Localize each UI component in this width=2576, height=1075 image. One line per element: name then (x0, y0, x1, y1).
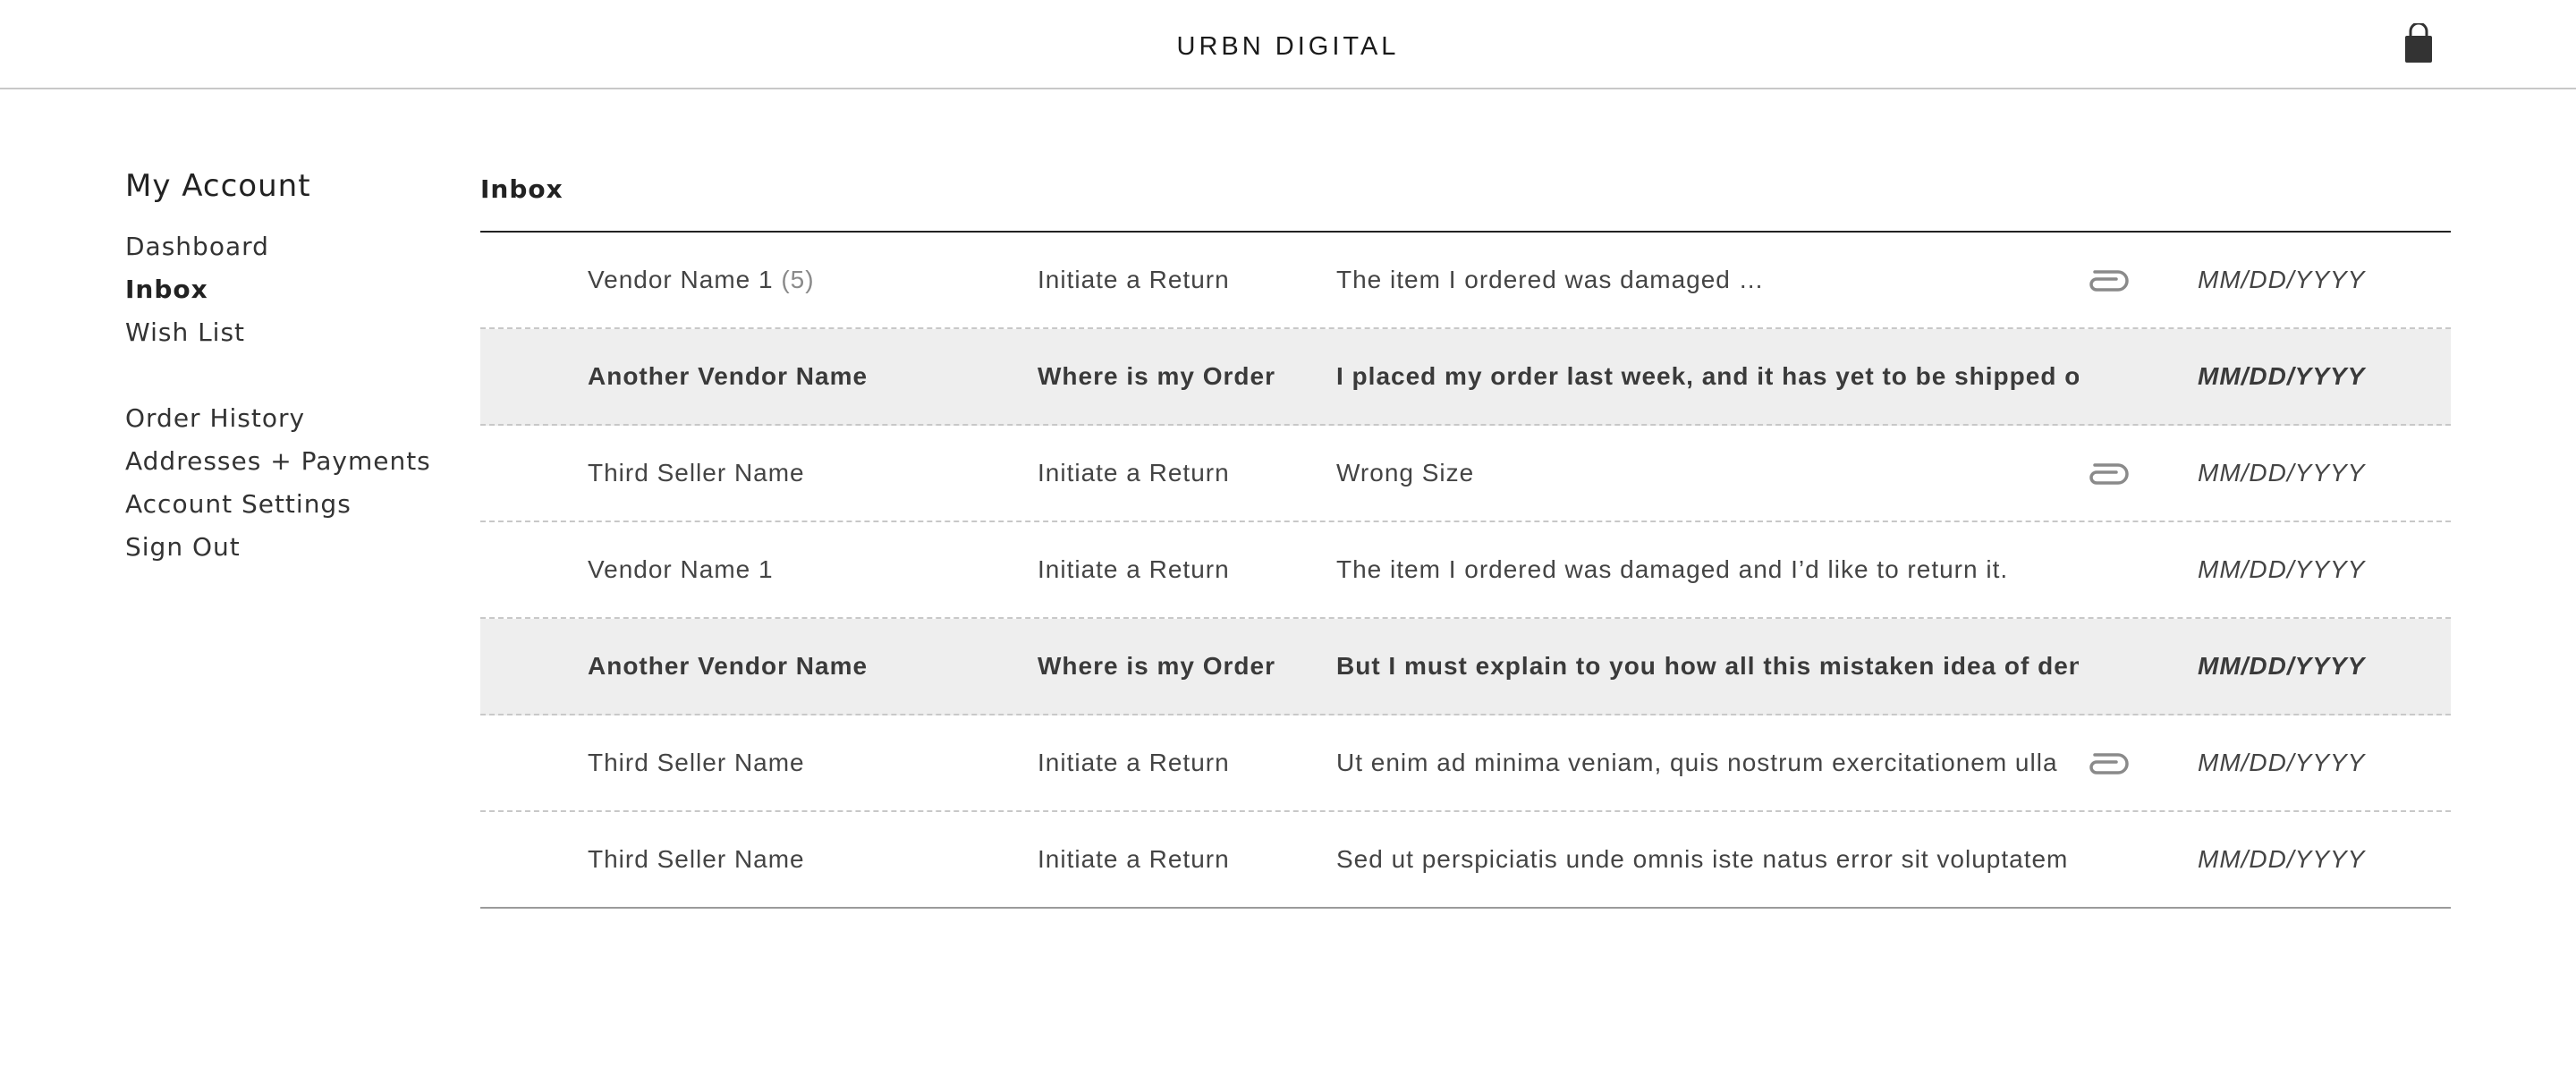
message-preview: The item I ordered was damaged … (1336, 266, 1765, 293)
message-row[interactable]: Another Vendor Name Where is my Order I pl… (480, 329, 2451, 426)
account-sidebar: My Account Dashboard Inbox Wish List Ord… (125, 165, 465, 569)
message-row[interactable]: Vendor Name 1 Initiate a Return The item I… (480, 522, 2451, 619)
message-date: MM/DD/YYYY (2198, 362, 2366, 390)
sidebar-title: My Account (125, 168, 311, 204)
message-preview: The item I ordered was damaged and I’d l… (1336, 555, 2009, 583)
sidebar-item-sign-out[interactable]: Sign Out (125, 526, 465, 569)
vendor-name: Vendor Name 1 (588, 555, 774, 583)
message-subject: Initiate a Return (1038, 749, 1230, 776)
sidebar-item-inbox[interactable]: Inbox (125, 268, 465, 311)
paperclip-icon (2084, 268, 2138, 293)
message-preview: But I must explain to you how all this m… (1336, 652, 2079, 680)
message-vendor: Vendor Name 1 (588, 522, 1017, 617)
message-date: MM/DD/YYYY (2198, 845, 2366, 873)
message-subject: Initiate a Return (1038, 845, 1230, 873)
message-date: MM/DD/YYYY (2198, 266, 2366, 293)
sidebar-item-order-history[interactable]: Order History (125, 397, 465, 440)
sidebar-item-wish-list[interactable]: Wish List (125, 311, 465, 354)
vendor-name: Another Vendor Name (588, 652, 869, 680)
message-date: MM/DD/YYYY (2198, 652, 2366, 680)
message-date: MM/DD/YYYY (2198, 555, 2366, 583)
page-title: Inbox (480, 170, 2451, 233)
message-vendor: Vendor Name 1 (5) (588, 233, 1017, 327)
message-vendor: Third Seller Name (588, 715, 1017, 810)
message-preview: Ut enim ad minima veniam, quis nostrum e… (1336, 749, 2058, 776)
message-row[interactable]: Third Seller Name Initiate a Return Ut eni… (480, 715, 2451, 812)
site-header: URBN DIGITAL (0, 0, 2576, 89)
sidebar-item-account-settings[interactable]: Account Settings (125, 483, 465, 526)
message-vendor: Third Seller Name (588, 426, 1017, 521)
message-subject: Initiate a Return (1038, 266, 1230, 293)
message-vendor: Third Seller Name (588, 812, 1017, 907)
sidebar-item-addresses-payments[interactable]: Addresses + Payments (125, 440, 465, 483)
message-row[interactable]: Third Seller Name Initiate a Return Sed ut… (480, 812, 2451, 909)
message-preview: I placed my order last week, and it has … (1336, 362, 2079, 390)
message-list: Vendor Name 1 (5) Initiate a Return The it… (480, 233, 2451, 909)
thread-count: (5) (781, 266, 815, 293)
message-preview: Wrong Size (1336, 459, 1475, 487)
vendor-name: Third Seller Name (588, 459, 805, 487)
sidebar-item-dashboard[interactable]: Dashboard (125, 225, 465, 268)
brand-logo[interactable]: URBN DIGITAL (0, 32, 2576, 62)
message-row[interactable]: Another Vendor Name Where is my Order But … (480, 619, 2451, 715)
message-row[interactable]: Vendor Name 1 (5) Initiate a Return The it… (480, 233, 2451, 329)
message-vendor: Another Vendor Name (588, 619, 1017, 714)
shopping-bag-icon[interactable] (2401, 21, 2436, 64)
paperclip-icon (2084, 751, 2138, 776)
vendor-name: Third Seller Name (588, 845, 805, 873)
message-date: MM/DD/YYYY (2198, 459, 2366, 487)
vendor-name: Another Vendor Name (588, 362, 869, 390)
message-subject: Initiate a Return (1038, 555, 1230, 583)
message-preview: Sed ut perspiciatis unde omnis iste natu… (1336, 845, 2069, 873)
vendor-name: Third Seller Name (588, 749, 805, 776)
message-subject: Where is my Order (1038, 362, 1275, 390)
paperclip-icon (2084, 461, 2138, 487)
message-subject: Where is my Order (1038, 652, 1275, 680)
message-date: MM/DD/YYYY (2198, 749, 2366, 776)
inbox-panel: Inbox Vendor Name 1 (5) Initiate a Return… (480, 170, 2451, 909)
message-row[interactable]: Third Seller Name Initiate a Return Wrong … (480, 426, 2451, 522)
vendor-name: Vendor Name 1 (588, 266, 774, 293)
message-vendor: Another Vendor Name (588, 329, 1017, 424)
message-subject: Initiate a Return (1038, 459, 1230, 487)
